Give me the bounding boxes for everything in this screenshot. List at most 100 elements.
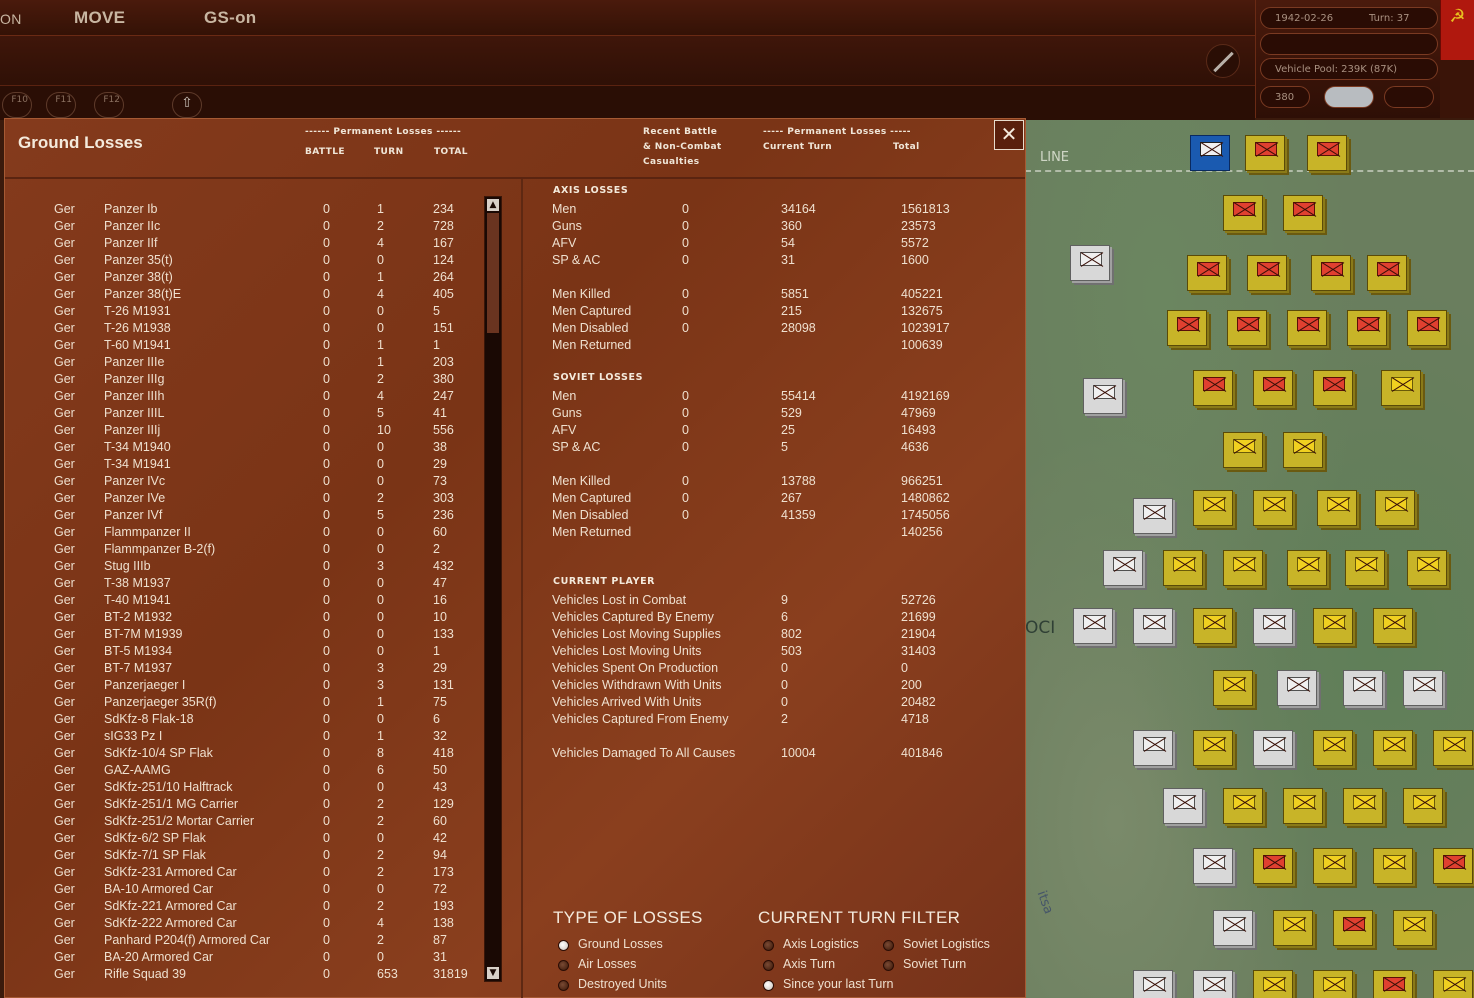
unit-counter-icon[interactable]	[1313, 370, 1353, 406]
unit-counter-icon[interactable]	[1223, 788, 1263, 824]
unit-counter-icon[interactable]	[1073, 608, 1113, 644]
unit-counter-icon[interactable]	[1347, 310, 1387, 346]
table-row[interactable]: Ger BT-2 M1932 0 0 10	[5, 609, 485, 626]
loss-type-radio-air-losses[interactable]: Air Losses	[554, 957, 636, 973]
unit-counter-icon[interactable]	[1277, 670, 1317, 706]
unit-counter-icon[interactable]	[1343, 670, 1383, 706]
table-row[interactable]: Ger SdKfz-6/2 SP Flak 0 0 42	[5, 830, 485, 847]
table-row[interactable]: Ger Panzer 38(t)E 0 4 405	[5, 286, 485, 303]
table-row[interactable]: Ger SdKfz-222 Armored Car 0 4 138	[5, 915, 485, 932]
unit-counter-icon[interactable]	[1083, 378, 1123, 414]
scroll-thumb[interactable]	[487, 213, 499, 333]
unit-counter-icon[interactable]	[1373, 730, 1413, 766]
unit-counter-icon[interactable]	[1253, 370, 1293, 406]
table-row[interactable]: Ger GAZ-AAMG 0 6 50	[5, 762, 485, 779]
table-row[interactable]: Ger T-38 M1937 0 0 47	[5, 575, 485, 592]
turn-filter-radio-axis-logistics[interactable]: Axis Logistics	[759, 937, 859, 953]
table-row[interactable]: Ger Panzer IVe 0 2 303	[5, 490, 485, 507]
unit-counter-icon[interactable]	[1223, 432, 1263, 468]
table-row[interactable]: Ger SdKfz-7/1 SP Flak 0 2 94	[5, 847, 485, 864]
unit-counter-icon[interactable]	[1287, 550, 1327, 586]
table-row[interactable]: Ger SdKfz-10/4 SP Flak 0 8 418	[5, 745, 485, 762]
turn-filter-radio-soviet-turn[interactable]: Soviet Turn	[879, 957, 966, 973]
unit-counter-icon[interactable]	[1375, 490, 1415, 526]
unit-counter-icon[interactable]	[1345, 550, 1385, 586]
unit-counter-icon[interactable]	[1253, 848, 1293, 884]
table-row[interactable]: Ger Flammpanzer B-2(f) 0 0 2	[5, 541, 485, 558]
table-row[interactable]: Ger T-34 M1940 0 0 38	[5, 439, 485, 456]
unit-counter-icon[interactable]	[1311, 255, 1351, 291]
table-row[interactable]: Ger Panzer IVc 0 0 73	[5, 473, 485, 490]
table-row[interactable]: Ger Panzer IIIe 0 1 203	[5, 354, 485, 371]
unit-counter-icon[interactable]	[1227, 310, 1267, 346]
unit-counter-icon[interactable]	[1223, 195, 1263, 231]
table-row[interactable]: Ger Panhard P204(f) Armored Car 0 2 87	[5, 932, 485, 949]
unit-counter-icon[interactable]	[1133, 970, 1173, 998]
unit-counter-icon[interactable]	[1403, 670, 1443, 706]
unit-counter-icon[interactable]	[1193, 730, 1233, 766]
unit-counter-icon[interactable]	[1313, 608, 1353, 644]
table-row[interactable]: Ger T-60 M1941 0 1 1	[5, 337, 485, 354]
unit-counter-icon[interactable]	[1333, 910, 1373, 946]
table-row[interactable]: Ger Panzer IIf 0 4 167	[5, 235, 485, 252]
unit-counter-icon[interactable]	[1070, 245, 1110, 281]
unit-counter-icon[interactable]	[1313, 848, 1353, 884]
loss-type-radio-destroyed-units[interactable]: Destroyed Units	[554, 977, 667, 993]
unit-counter-icon[interactable]	[1253, 730, 1293, 766]
table-row[interactable]: Ger Panzer IIc 0 2 728	[5, 218, 485, 235]
f10-button[interactable]: F10	[2, 92, 32, 118]
loss-type-radio-ground-losses[interactable]: Ground Losses	[554, 937, 663, 953]
f11-button[interactable]: F11	[46, 92, 76, 118]
unit-counter-icon[interactable]	[1283, 432, 1323, 468]
unit-counter-icon[interactable]	[1367, 255, 1407, 291]
unit-counter-icon[interactable]	[1193, 848, 1233, 884]
unit-counter-icon[interactable]	[1193, 970, 1233, 998]
unit-counter-icon[interactable]	[1163, 550, 1203, 586]
unit-counter-icon[interactable]	[1433, 970, 1473, 998]
table-row[interactable]: Ger Panzer IVf 0 5 236	[5, 507, 485, 524]
table-row[interactable]: Ger Panzer IIIj 0 10 556	[5, 422, 485, 439]
close-button[interactable]: ✕	[994, 120, 1024, 150]
list-scrollbar[interactable]: ▲ ▼	[484, 196, 502, 982]
unit-counter-icon[interactable]	[1253, 970, 1293, 998]
turn-filter-radio-since-your-last-turn[interactable]: Since your last Turn	[759, 977, 893, 993]
table-row[interactable]: Ger SdKfz-221 Armored Car 0 2 193	[5, 898, 485, 915]
unit-counter-icon[interactable]	[1163, 788, 1203, 824]
table-row[interactable]: Ger sIG33 Pz I 0 1 32	[5, 728, 485, 745]
table-row[interactable]: Ger Panzerjaeger 35R(f) 0 1 75	[5, 694, 485, 711]
scroll-up-icon[interactable]: ▲	[487, 199, 499, 211]
f12-button[interactable]: F12	[94, 92, 124, 118]
table-row[interactable]: Ger Panzer IIIL 0 5 41	[5, 405, 485, 422]
unit-counter-icon[interactable]	[1223, 550, 1263, 586]
unit-counter-icon[interactable]	[1283, 195, 1323, 231]
unit-counter-icon[interactable]	[1373, 848, 1413, 884]
unit-counter-icon[interactable]	[1133, 608, 1173, 644]
unit-counter-icon[interactable]	[1343, 788, 1383, 824]
table-row[interactable]: Ger SdKfz-251/2 Mortar Carrier 0 2 60	[5, 813, 485, 830]
table-row[interactable]: Ger SdKfz-231 Armored Car 0 2 173	[5, 864, 485, 881]
unit-counter-icon[interactable]	[1247, 255, 1287, 291]
unit-counter-icon[interactable]	[1213, 670, 1253, 706]
unit-counter-icon[interactable]	[1133, 730, 1173, 766]
unit-counter-icon[interactable]	[1273, 910, 1313, 946]
turn-filter-radio-soviet-logistics[interactable]: Soviet Logistics	[879, 937, 990, 953]
unit-counter-icon[interactable]	[1317, 490, 1357, 526]
table-row[interactable]: Ger Stug IIIb 0 3 432	[5, 558, 485, 575]
unit-counter-icon[interactable]	[1433, 848, 1473, 884]
unit-counter-icon[interactable]	[1373, 608, 1413, 644]
unit-counter-icon[interactable]	[1381, 370, 1421, 406]
table-row[interactable]: Ger T-26 M1931 0 0 5	[5, 303, 485, 320]
unit-counter-icon[interactable]	[1313, 730, 1353, 766]
unit-counter-icon[interactable]	[1193, 370, 1233, 406]
table-row[interactable]: Ger BA-20 Armored Car 0 0 31	[5, 949, 485, 966]
unit-counter-icon[interactable]	[1407, 550, 1447, 586]
unit-counter-icon[interactable]	[1193, 490, 1233, 526]
unit-counter-icon[interactable]	[1245, 135, 1285, 171]
table-row[interactable]: Ger Panzer IIIg 0 2 380	[5, 371, 485, 388]
table-row[interactable]: Ger SdKfz-251/1 MG Carrier 0 2 129	[5, 796, 485, 813]
unit-counter-icon[interactable]	[1373, 970, 1413, 998]
unit-counter-icon[interactable]	[1393, 910, 1433, 946]
table-row[interactable]: Ger BT-7M M1939 0 0 133	[5, 626, 485, 643]
table-row[interactable]: Ger Rifle Squad 39 0 653 31819	[5, 966, 485, 983]
pencil-icon[interactable]	[1206, 44, 1240, 78]
